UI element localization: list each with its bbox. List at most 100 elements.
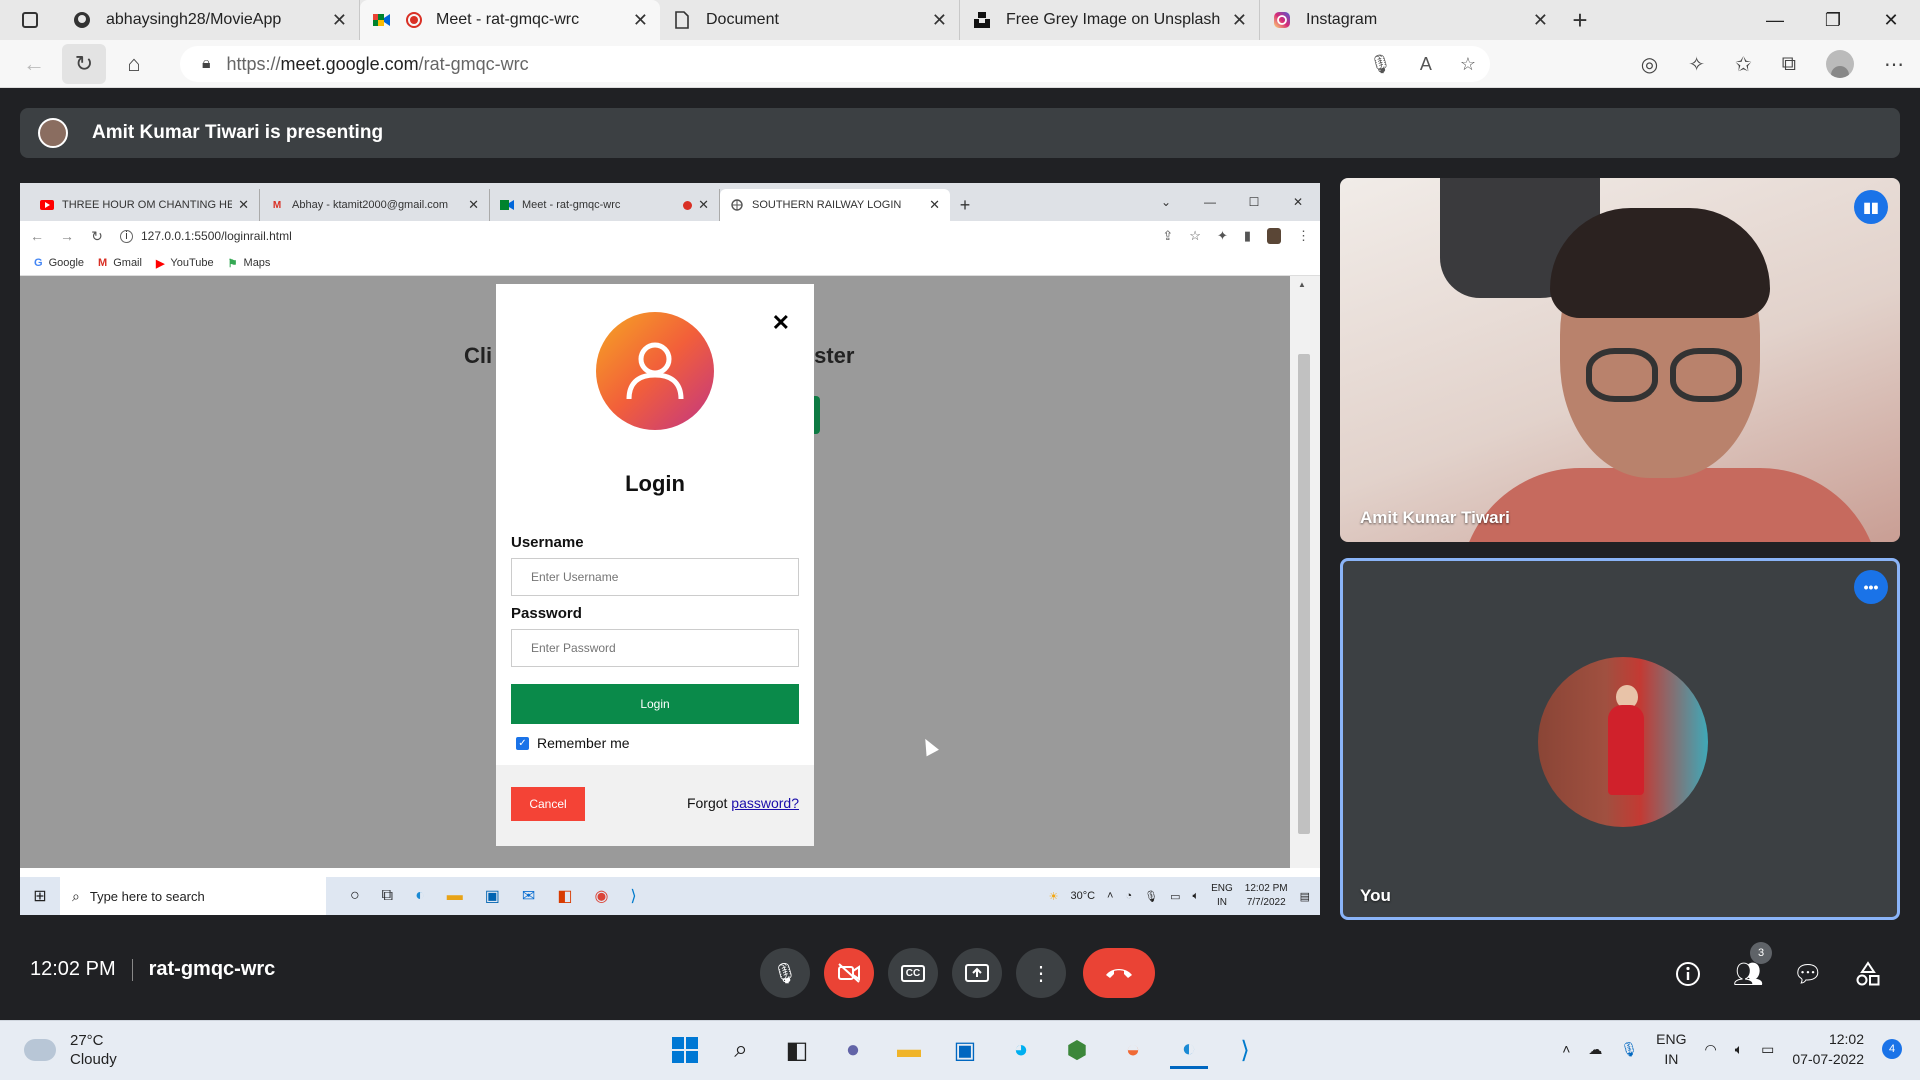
- notification-badge[interactable]: 4: [1882, 1039, 1902, 1059]
- tab-meet[interactable]: Meet - rat-gmqc-wrc ✕: [360, 0, 660, 40]
- favorite-add-icon[interactable]: ☆: [1460, 54, 1476, 75]
- plus-icon: +: [959, 194, 971, 215]
- participants-button[interactable]: 👥︎ 3: [1730, 942, 1772, 992]
- office-icon: ◧: [557, 888, 573, 905]
- shared-url: i 127.0.0.1:5500/loginrail.html: [120, 229, 292, 243]
- close-tab-icon[interactable]: ✕: [332, 10, 347, 31]
- close-tab-icon[interactable]: ✕: [932, 10, 947, 31]
- video-hair: [1550, 208, 1770, 318]
- audio-level-icon: ▮▮: [1854, 190, 1888, 224]
- shared-tab-railway: SOUTHERN RAILWAY LOGIN ✕: [720, 189, 950, 221]
- microphone-icon[interactable]: 🎙︎: [1369, 54, 1392, 75]
- more-options-icon[interactable]: ⋯: [1884, 52, 1904, 77]
- tab-document[interactable]: Document ✕: [660, 0, 960, 40]
- remember-label: Remember me: [537, 735, 630, 751]
- url-host: meet.google.com: [280, 53, 419, 74]
- forgot-prefix: Forgot: [686, 795, 732, 811]
- new-tab-button[interactable]: +: [1560, 0, 1600, 40]
- microphone-icon[interactable]: 🎙︎: [1620, 1041, 1638, 1058]
- tab-actions-button[interactable]: [0, 0, 60, 40]
- edge-icon: ◐: [415, 887, 425, 904]
- address-bar-icons: 🎙︎ A ☆: [1369, 54, 1476, 75]
- restore-button[interactable]: ❐: [1804, 0, 1862, 40]
- captions-button[interactable]: CC: [888, 948, 938, 998]
- password-field: Enter Password: [511, 629, 799, 667]
- teams-chat-icon[interactable]: ●: [834, 1031, 872, 1069]
- recording-icon: [406, 12, 422, 28]
- shared-toolbar-icons: ⇪ ☆ ✦ ▮ ⋮: [1162, 221, 1310, 251]
- taskbar-clock[interactable]: 12:02 07-07-2022: [1792, 1029, 1864, 1069]
- more-options-icon[interactable]: •••: [1854, 570, 1888, 604]
- store-icon[interactable]: ▣: [946, 1031, 984, 1069]
- back-button[interactable]: ←: [12, 44, 56, 84]
- clock-time: 12:02 PM: [1244, 883, 1288, 894]
- close-icon: ✕: [771, 310, 790, 335]
- favorites-icon[interactable]: ✩: [1735, 52, 1752, 77]
- search-icon[interactable]: ⌕: [722, 1031, 760, 1069]
- close-tab-icon[interactable]: ✕: [1232, 10, 1247, 31]
- forgot-password-link: password?: [731, 795, 799, 811]
- skype-icon[interactable]: ◕: [1002, 1031, 1040, 1069]
- shared-url-text: 127.0.0.1:5500/loginrail.html: [141, 229, 292, 243]
- read-aloud-icon[interactable]: A: [1420, 54, 1432, 75]
- task-view-icon[interactable]: ◧: [778, 1031, 816, 1069]
- weather-temp: 27°C: [70, 1032, 104, 1049]
- language-indicator[interactable]: ENG IN: [1656, 1029, 1686, 1069]
- shared-tab-gmail: M Abhay - ktamit2000@gmail.com ✕: [260, 189, 490, 221]
- system-tray: ˄ ☁ 🎙︎ ENG IN ◠ 🔈︎ ▭ 12:02 07-07-2022 4: [1562, 1029, 1902, 1069]
- extensions-icon[interactable]: ✧: [1688, 52, 1705, 77]
- wifi-icon[interactable]: ◠: [1705, 1041, 1717, 1058]
- weather-icon: ☀: [1048, 890, 1059, 903]
- participant-tile-presenter[interactable]: ▮▮ Amit Kumar Tiwari: [1340, 178, 1900, 542]
- collections-icon[interactable]: ⧉: [1782, 53, 1796, 76]
- chat-button[interactable]: 💬︎: [1790, 956, 1826, 992]
- meeting-time: 12:02 PM: [30, 958, 116, 980]
- onedrive-icon[interactable]: ☁: [1588, 1041, 1602, 1058]
- participant-tile-self[interactable]: ••• You: [1340, 558, 1900, 920]
- shared-tab-title: THREE HOUR OM CHANTING HE: [62, 199, 233, 211]
- minimize-button[interactable]: —: [1746, 0, 1804, 40]
- home-button[interactable]: ⌂: [112, 44, 156, 84]
- address-bar[interactable]: 🔒︎ https:// meet.google.com /rat-gmqc-wr…: [180, 46, 1490, 82]
- taskbar-apps: ⌕ ◧ ● ▬ ▣ ◕ ⬢ ◒ ◐ ⟩: [666, 1031, 1264, 1069]
- leave-call-button[interactable]: [1083, 948, 1155, 998]
- lang-top: ENG: [1211, 883, 1233, 894]
- tracking-prevention-icon[interactable]: ◎: [1641, 52, 1658, 77]
- chevron-up-icon[interactable]: ˄: [1562, 1041, 1570, 1057]
- camera-off-button[interactable]: [824, 948, 874, 998]
- close-tab-icon[interactable]: ✕: [633, 10, 648, 31]
- recording-icon: [683, 200, 693, 210]
- app-icon[interactable]: ◒: [1114, 1031, 1152, 1069]
- github-icon: [72, 10, 92, 30]
- reload-button[interactable]: ↻: [62, 43, 106, 84]
- tab-movieapp[interactable]: abhaysingh28/MovieApp ✕: [60, 0, 360, 40]
- volume-icon[interactable]: 🔈︎: [1735, 1041, 1743, 1058]
- windows-taskbar: 27°C Cloudy ⌕ ◧ ● ▬ ▣ ◕ ⬢ ◒ ◐ ⟩ ˄ ☁ 🎙︎ E…: [0, 1020, 1920, 1080]
- node-icon[interactable]: ⬢: [1058, 1031, 1096, 1069]
- battery-icon[interactable]: ▭: [1761, 1041, 1774, 1058]
- lang-bottom: IN: [1216, 897, 1227, 908]
- shared-system-tray: ☀ 30°C ˄ ◔ 🎙︎ ▭ 🔈︎ ENG IN 12:02 PM 7/7/2…: [1049, 877, 1310, 915]
- more-options-button[interactable]: ⋮: [1016, 948, 1066, 998]
- weather-widget[interactable]: 27°C Cloudy: [24, 1031, 117, 1069]
- profile-avatar[interactable]: [1826, 50, 1854, 78]
- tab-unsplash[interactable]: Free Grey Image on Unsplash ✕: [960, 0, 1260, 40]
- present-button[interactable]: [952, 948, 1002, 998]
- scroll-thumb: [1298, 354, 1310, 834]
- close-window-button[interactable]: ✕: [1862, 0, 1920, 40]
- edge-icon[interactable]: ◐: [1170, 1031, 1208, 1069]
- windows-start-icon[interactable]: [666, 1031, 704, 1069]
- activities-button[interactable]: [1850, 956, 1886, 992]
- vscode-icon[interactable]: ⟩: [1226, 1031, 1264, 1069]
- meeting-info-button[interactable]: [1670, 956, 1706, 992]
- tab-instagram[interactable]: Instagram ✕: [1260, 0, 1560, 40]
- microphone-icon: 🎙︎: [772, 962, 798, 985]
- cloud-icon: [24, 1039, 56, 1061]
- microphone-button[interactable]: 🎙︎: [760, 948, 810, 998]
- lang-top: ENG: [1656, 1031, 1687, 1047]
- youtube-icon: [40, 198, 54, 212]
- back-arrow-icon: ←: [30, 228, 44, 244]
- close-tab-icon[interactable]: ✕: [1533, 10, 1548, 31]
- file-explorer-icon[interactable]: ▬: [890, 1031, 928, 1069]
- shared-temperature: 30°C: [1070, 890, 1096, 902]
